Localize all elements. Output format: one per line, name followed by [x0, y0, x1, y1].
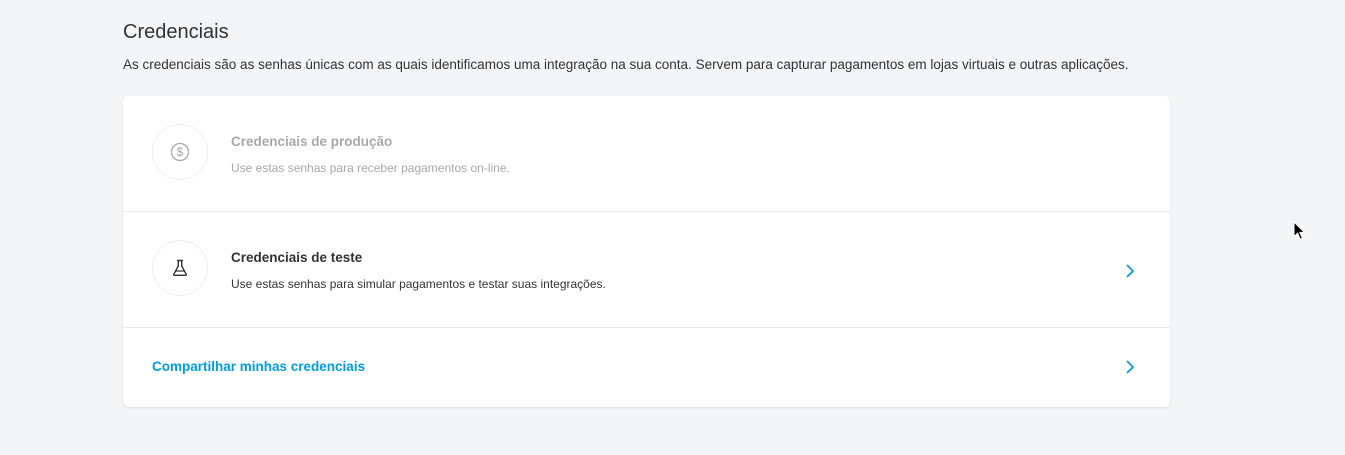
mouse-cursor-icon — [1293, 221, 1306, 240]
test-credentials-subtitle: Use estas senhas para simular pagamentos… — [231, 277, 606, 291]
flask-icon — [152, 240, 208, 296]
share-credentials-row[interactable]: Compartilhar minhas credenciais — [123, 328, 1170, 407]
share-credentials-link[interactable]: Compartilhar minhas credenciais — [152, 358, 365, 376]
page-title: Credenciais — [123, 21, 229, 43]
dollar-coin-icon: $ — [152, 124, 208, 180]
credentials-card: $ Credenciais de produção Use estas senh… — [123, 96, 1170, 407]
production-credentials-title: Credenciais de produção — [231, 134, 393, 149]
svg-text:$: $ — [177, 147, 184, 159]
chevron-right-icon[interactable] — [1123, 264, 1137, 278]
test-credentials-row[interactable]: Credenciais de teste Use estas senhas pa… — [123, 212, 1170, 328]
page-description: As credenciais são as senhas únicas com … — [123, 57, 1129, 72]
chevron-right-icon[interactable] — [1123, 360, 1137, 374]
production-credentials-subtitle: Use estas senhas para receber pagamentos… — [231, 161, 510, 175]
production-credentials-row: $ Credenciais de produção Use estas senh… — [123, 96, 1170, 212]
test-credentials-title: Credenciais de teste — [231, 250, 363, 265]
